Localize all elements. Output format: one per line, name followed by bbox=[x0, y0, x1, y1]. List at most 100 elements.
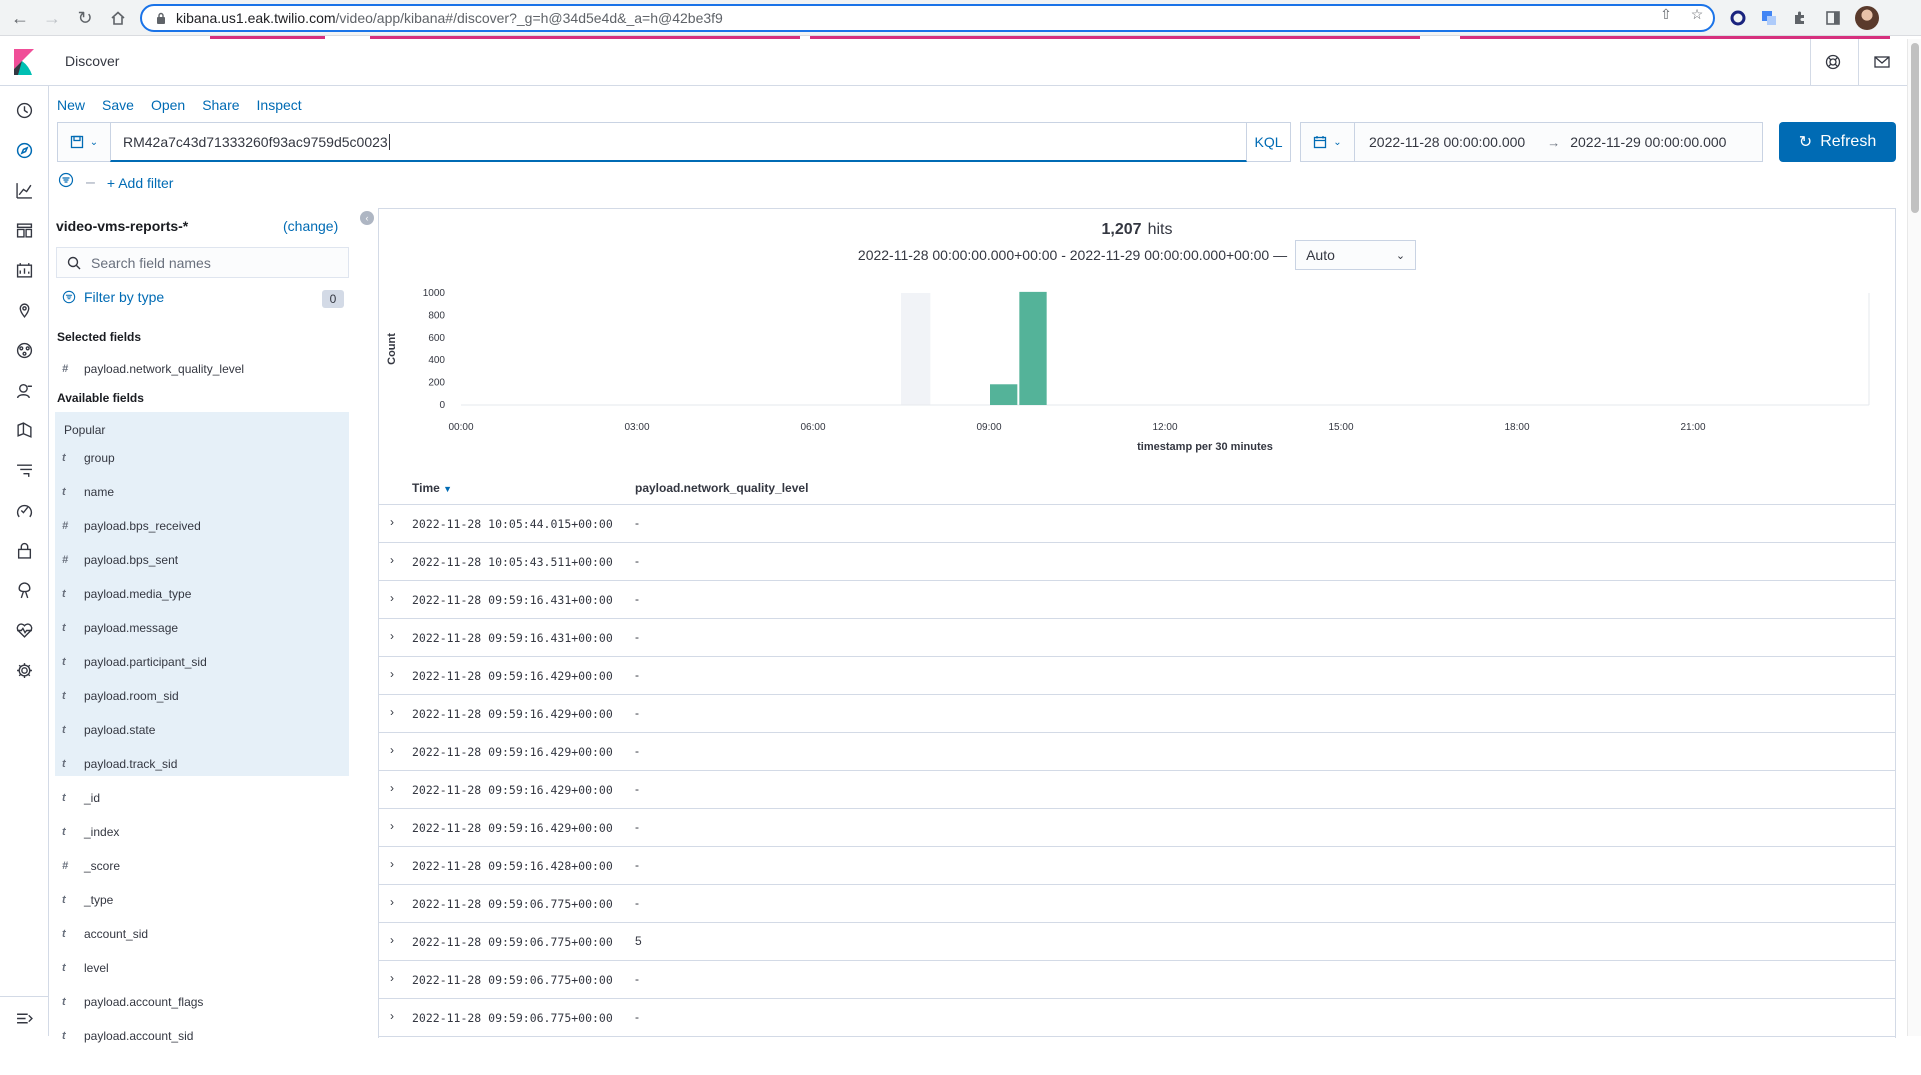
table-row[interactable]: › 2022-11-28 09:59:06.775+00:00 - bbox=[379, 961, 1895, 999]
expand-row-icon[interactable]: › bbox=[385, 667, 399, 681]
kql-toggle[interactable]: KQL bbox=[1247, 122, 1291, 162]
expand-row-icon[interactable]: › bbox=[385, 515, 399, 529]
popular-field-item[interactable]: t payload.state bbox=[62, 720, 155, 740]
apm-icon[interactable] bbox=[12, 458, 36, 482]
column-header-time[interactable]: Time ▼ bbox=[412, 481, 452, 495]
table-row[interactable]: › 2022-11-28 10:05:44.015+00:00 - bbox=[379, 505, 1895, 543]
ml-icon[interactable] bbox=[12, 338, 36, 362]
saved-queries-button[interactable]: ⌄ bbox=[57, 122, 110, 162]
popular-field-item[interactable]: t group bbox=[62, 448, 115, 468]
expand-row-icon[interactable]: › bbox=[385, 553, 399, 567]
popular-field-item[interactable]: t payload.track_sid bbox=[62, 754, 177, 774]
popular-field-item[interactable]: # payload.bps_sent bbox=[62, 550, 178, 570]
table-row[interactable]: › 2022-11-28 09:59:16.429+00:00 - bbox=[379, 771, 1895, 809]
table-row[interactable]: › 2022-11-28 10:05:43.511+00:00 - bbox=[379, 543, 1895, 581]
available-field-item[interactable]: # _score bbox=[62, 856, 120, 876]
available-field-item[interactable]: t _index bbox=[62, 822, 119, 842]
table-row[interactable]: › 2022-11-28 09:59:16.428+00:00 - bbox=[379, 847, 1895, 885]
collapse-nav-icon[interactable] bbox=[12, 1006, 36, 1030]
available-field-item[interactable]: t level bbox=[62, 958, 109, 978]
discover-icon[interactable] bbox=[12, 138, 36, 162]
available-field-item[interactable]: t _id bbox=[62, 788, 100, 808]
sort-down-icon[interactable]: ▼ bbox=[443, 484, 452, 494]
menu-save[interactable]: Save bbox=[102, 97, 134, 113]
home-icon[interactable] bbox=[106, 6, 130, 30]
puzzle-extensions-icon[interactable] bbox=[1790, 8, 1810, 28]
available-field-item[interactable]: t payload.account_flags bbox=[62, 992, 203, 1012]
menu-new[interactable]: New bbox=[57, 97, 85, 113]
bookmark-star-icon[interactable]: ☆ bbox=[1688, 5, 1706, 23]
canvas-icon[interactable] bbox=[12, 258, 36, 282]
table-row[interactable]: › 2022-11-28 09:59:16.429+00:00 - bbox=[379, 695, 1895, 733]
field-search-input[interactable]: Search field names bbox=[56, 247, 349, 278]
collapse-sidebar-icon[interactable]: ‹ bbox=[360, 211, 374, 225]
dashboard-icon[interactable] bbox=[12, 218, 36, 242]
dev-tools-icon[interactable] bbox=[12, 578, 36, 602]
expand-row-icon[interactable]: › bbox=[385, 895, 399, 909]
available-field-item[interactable]: t _type bbox=[62, 890, 113, 910]
table-row[interactable]: › 2022-11-28 09:59:16.429+00:00 - bbox=[379, 657, 1895, 695]
expand-row-icon[interactable]: › bbox=[385, 1009, 399, 1023]
start-date[interactable]: 2022-11-28 00:00:00.000 bbox=[1369, 134, 1525, 150]
recently-viewed-icon[interactable] bbox=[12, 98, 36, 122]
expand-row-icon[interactable]: › bbox=[385, 819, 399, 833]
table-row[interactable]: › 2022-11-28 09:59:16.431+00:00 - bbox=[379, 619, 1895, 657]
column-header-network-quality[interactable]: payload.network_quality_level bbox=[635, 481, 808, 495]
selected-field-item[interactable]: # payload.network_quality_level bbox=[62, 359, 244, 379]
back-icon[interactable]: ← bbox=[8, 6, 32, 30]
expand-row-icon[interactable]: › bbox=[385, 591, 399, 605]
change-index-pattern-link[interactable]: (change) bbox=[283, 218, 338, 234]
mail-icon[interactable] bbox=[1872, 52, 1892, 72]
end-date[interactable]: 2022-11-29 00:00:00.000 bbox=[1570, 134, 1726, 150]
refresh-button[interactable]: ↻ Refresh bbox=[1779, 122, 1896, 162]
expand-row-icon[interactable]: › bbox=[385, 857, 399, 871]
management-gear-icon[interactable] bbox=[12, 658, 36, 682]
translate-extension-icon[interactable] bbox=[1759, 8, 1779, 28]
expand-row-icon[interactable]: › bbox=[385, 743, 399, 757]
kibana-logo[interactable] bbox=[12, 49, 36, 75]
reload-icon[interactable]: ↻ bbox=[73, 6, 97, 30]
sidepanel-icon[interactable] bbox=[1823, 8, 1843, 28]
expand-row-icon[interactable]: › bbox=[385, 971, 399, 985]
table-row[interactable]: › 2022-11-28 09:59:16.431+00:00 - bbox=[379, 581, 1895, 619]
infrastructure-icon[interactable] bbox=[12, 378, 36, 402]
filter-options-icon[interactable] bbox=[58, 172, 74, 193]
popular-field-item[interactable]: # payload.bps_received bbox=[62, 516, 201, 536]
address-bar[interactable]: kibana.us1.eak.twilio.com/video/app/kiba… bbox=[140, 4, 1715, 32]
available-field-item[interactable]: t payload.account_sid bbox=[62, 1026, 193, 1046]
query-input[interactable]: RM42a7c43d71333260f93ac9759d5c0023 bbox=[110, 122, 1247, 162]
maps-icon[interactable] bbox=[12, 298, 36, 322]
popular-field-item[interactable]: t payload.media_type bbox=[62, 584, 191, 604]
quick-date-menu-button[interactable]: ⌄ bbox=[1300, 122, 1354, 162]
table-row[interactable]: › 2022-11-28 09:59:06.775+00:00 - bbox=[379, 999, 1895, 1037]
logs-icon[interactable] bbox=[12, 418, 36, 442]
forward-icon[interactable]: → bbox=[40, 6, 64, 30]
help-icon[interactable] bbox=[1823, 52, 1843, 72]
table-row[interactable]: › 2022-11-28 09:59:16.429+00:00 - bbox=[379, 809, 1895, 847]
menu-share[interactable]: Share bbox=[202, 97, 239, 113]
popular-field-item[interactable]: t payload.participant_sid bbox=[62, 652, 207, 672]
security-icon[interactable] bbox=[12, 538, 36, 562]
popular-field-item[interactable]: t payload.message bbox=[62, 618, 178, 638]
table-row[interactable]: › 2022-11-28 09:59:06.775+00:00 - bbox=[379, 885, 1895, 923]
available-field-item[interactable]: t account_sid bbox=[62, 924, 148, 944]
expand-row-icon[interactable]: › bbox=[385, 933, 399, 947]
table-row[interactable]: › 2022-11-28 09:59:16.429+00:00 - bbox=[379, 733, 1895, 771]
table-row[interactable]: › 2022-11-28 09:59:06.775+00:00 5 bbox=[379, 923, 1895, 961]
share-icon[interactable]: ⇧ bbox=[1657, 5, 1675, 23]
popular-field-item[interactable]: t payload.room_sid bbox=[62, 686, 179, 706]
profile-avatar[interactable] bbox=[1855, 6, 1879, 30]
expand-row-icon[interactable]: › bbox=[385, 629, 399, 643]
page-scrollbar[interactable] bbox=[1907, 39, 1921, 1036]
visualize-icon[interactable] bbox=[12, 178, 36, 202]
menu-open[interactable]: Open bbox=[151, 97, 185, 113]
filter-by-type-button[interactable]: Filter by type bbox=[62, 289, 164, 305]
popular-field-item[interactable]: t name bbox=[62, 482, 114, 502]
extension-circle-icon[interactable] bbox=[1728, 8, 1748, 28]
menu-inspect[interactable]: Inspect bbox=[257, 97, 302, 113]
expand-row-icon[interactable]: › bbox=[385, 705, 399, 719]
monitoring-icon[interactable] bbox=[12, 618, 36, 642]
expand-row-icon[interactable]: › bbox=[385, 781, 399, 795]
uptime-icon[interactable] bbox=[12, 498, 36, 522]
interval-select[interactable]: Auto ⌄ bbox=[1295, 240, 1417, 270]
